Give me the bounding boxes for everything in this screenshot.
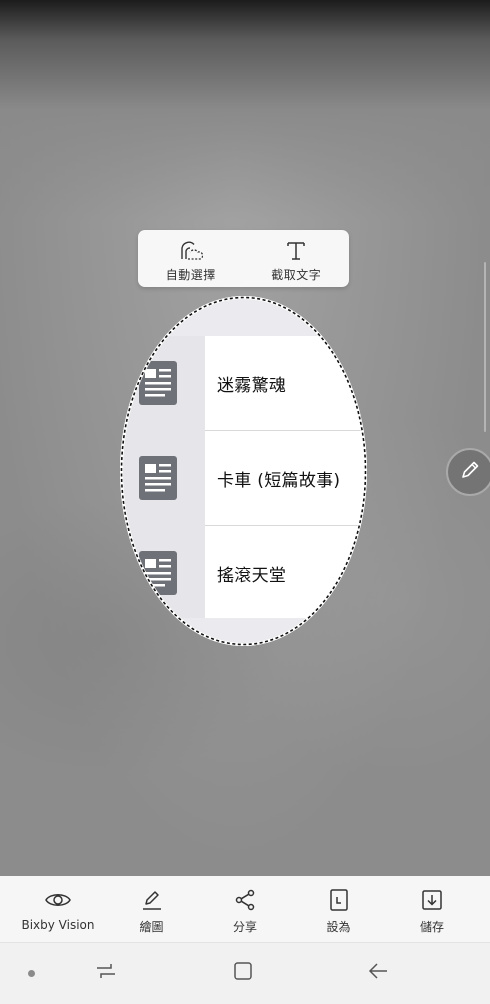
draw-label: 繪圖	[139, 920, 164, 934]
list-item[interactable]: 搖滾天堂	[120, 526, 367, 620]
save-icon	[420, 887, 444, 913]
set-as-button[interactable]: 設為	[299, 876, 379, 942]
eye-icon	[44, 887, 72, 913]
list-item-title: 迷霧驚魂	[217, 375, 287, 396]
document-icon	[139, 551, 177, 595]
share-icon	[233, 887, 257, 913]
list-item-title: 卡車 (短篇故事)	[217, 470, 341, 491]
document-icon	[139, 361, 177, 405]
extract-text-label: 截取文字	[271, 268, 322, 282]
auto-select-icon	[178, 238, 204, 262]
extract-text-button[interactable]: 截取文字	[244, 230, 350, 287]
pen-icon	[459, 459, 481, 485]
nav-handle-dot[interactable]	[28, 970, 35, 977]
extract-text-icon	[283, 238, 309, 262]
share-label: 分享	[232, 920, 257, 934]
share-button[interactable]: 分享	[205, 876, 285, 942]
list-item[interactable]: 卡車 (短篇故事)	[120, 431, 367, 525]
draw-button[interactable]: 繪圖	[112, 876, 192, 942]
back-icon	[366, 960, 390, 986]
home-icon	[232, 960, 254, 986]
draw-icon	[140, 887, 164, 913]
set-as-icon	[328, 887, 350, 913]
pen-button[interactable]	[446, 448, 490, 496]
oval-capture-region[interactable]: 迷霧驚魂 卡車 (短篇故事) 搖滾天堂	[120, 296, 367, 646]
document-icon	[139, 456, 177, 500]
list-item-title: 搖滾天堂	[217, 565, 287, 586]
list-item[interactable]: 迷霧驚魂	[120, 336, 367, 430]
set-as-label: 設為	[326, 920, 351, 934]
navigation-bar	[0, 942, 490, 1004]
save-button[interactable]: 儲存	[392, 876, 472, 942]
bixby-vision-button[interactable]: Bixby Vision	[18, 876, 98, 942]
action-toolbar: Bixby Vision 繪圖 分享 設為 儲存	[0, 876, 490, 942]
auto-select-button[interactable]: 自動選擇	[138, 230, 244, 287]
save-label: 儲存	[419, 920, 444, 934]
back-button[interactable]	[363, 959, 393, 987]
selection-mode-bar: 自動選擇 截取文字	[138, 230, 349, 287]
bixby-vision-label: Bixby Vision	[21, 918, 95, 932]
recent-apps-icon	[93, 960, 119, 986]
edge-handle[interactable]	[484, 262, 486, 432]
home-button[interactable]	[228, 959, 258, 987]
recent-apps-button[interactable]	[91, 959, 121, 987]
auto-select-label: 自動選擇	[165, 268, 216, 282]
